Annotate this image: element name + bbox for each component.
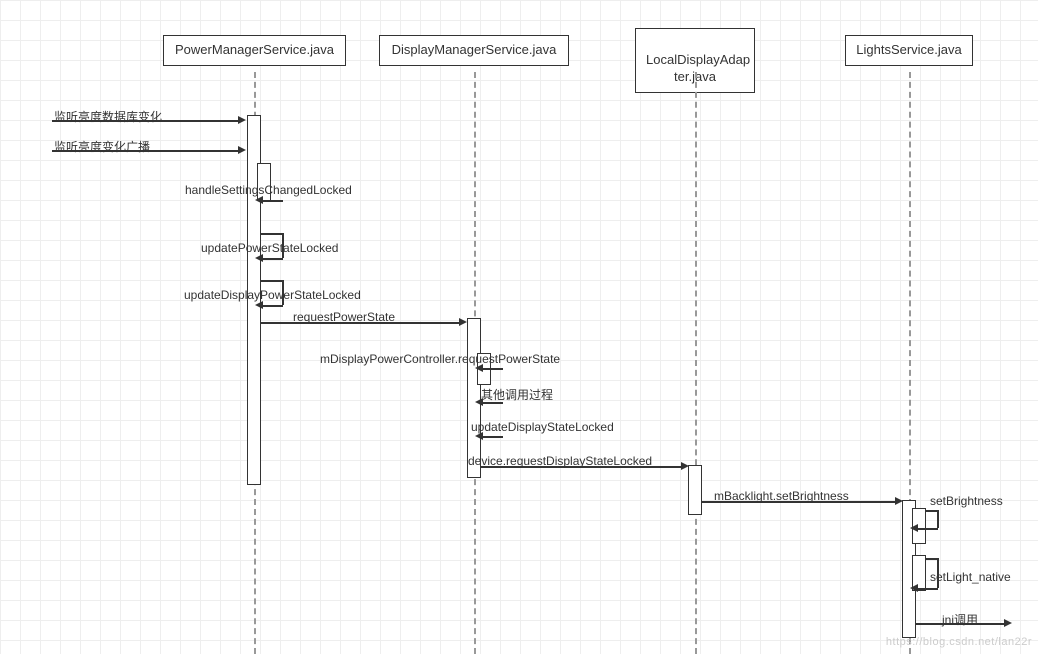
arrow-line <box>916 528 938 530</box>
arrow-line <box>52 120 240 122</box>
message-label: updateDisplayPowerStateLocked <box>184 288 361 302</box>
arrow-head-icon <box>255 196 263 204</box>
message-label: 监听亮度变化广播 <box>54 138 150 155</box>
participant-label: LocalDisplayAdap ter.java <box>646 52 750 84</box>
arrow-head-icon <box>255 254 263 262</box>
arrow-line <box>52 150 240 152</box>
message-label: handleSettingsChangedLocked <box>185 183 352 197</box>
arrow-head-icon <box>910 584 918 592</box>
message-label: updatePowerStateLocked <box>201 241 338 255</box>
arrow-head-icon <box>459 318 467 326</box>
arrow-line <box>937 510 939 528</box>
message-label: jni调用 <box>942 611 978 628</box>
arrow-head-icon <box>238 146 246 154</box>
watermark: https://blog.csdn.net/lan22r <box>886 636 1032 648</box>
message-label: setBrightness <box>930 494 1003 508</box>
arrow-head-icon <box>895 497 903 505</box>
message-label: updateDisplayStateLocked <box>471 420 614 434</box>
participant-display-manager: DisplayManagerService.java <box>379 35 569 66</box>
arrow-line <box>261 233 283 235</box>
arrow-head-icon <box>1004 619 1012 627</box>
arrow-line <box>481 436 503 438</box>
arrow-line <box>481 402 503 404</box>
lifeline <box>695 72 697 654</box>
arrow-line <box>926 510 938 512</box>
message-label: 监听亮度数据库变化 <box>54 108 162 125</box>
participant-label: PowerManagerService.java <box>175 42 334 57</box>
arrow-head-icon <box>910 524 918 532</box>
arrow-head-icon <box>475 364 483 372</box>
arrow-line <box>261 322 461 324</box>
participant-label: DisplayManagerService.java <box>392 42 557 57</box>
arrow-line <box>937 558 939 588</box>
arrow-line <box>261 200 283 202</box>
arrow-line <box>261 258 283 260</box>
arrow-line <box>916 623 1006 625</box>
message-label: 其他调用过程 <box>481 386 553 403</box>
arrow-line <box>702 501 897 503</box>
arrow-head-icon <box>475 432 483 440</box>
arrow-line <box>261 305 283 307</box>
arrow-line <box>261 280 283 282</box>
arrow-line <box>916 588 938 590</box>
arrow-head-icon <box>681 462 689 470</box>
participant-power-manager: PowerManagerService.java <box>163 35 346 66</box>
message-label: setLight_native <box>930 570 1011 584</box>
arrow-line <box>481 466 683 468</box>
message-label: mDisplayPowerController.requestPowerStat… <box>320 352 560 366</box>
arrow-line <box>481 368 503 370</box>
arrow-line <box>282 280 284 305</box>
arrow-head-icon <box>475 398 483 406</box>
activation-bar <box>688 465 702 515</box>
arrow-head-icon <box>255 301 263 309</box>
arrow-line <box>282 233 284 258</box>
participant-label: LightsService.java <box>856 42 962 57</box>
arrow-head-icon <box>238 116 246 124</box>
participant-lights-service: LightsService.java <box>845 35 973 66</box>
